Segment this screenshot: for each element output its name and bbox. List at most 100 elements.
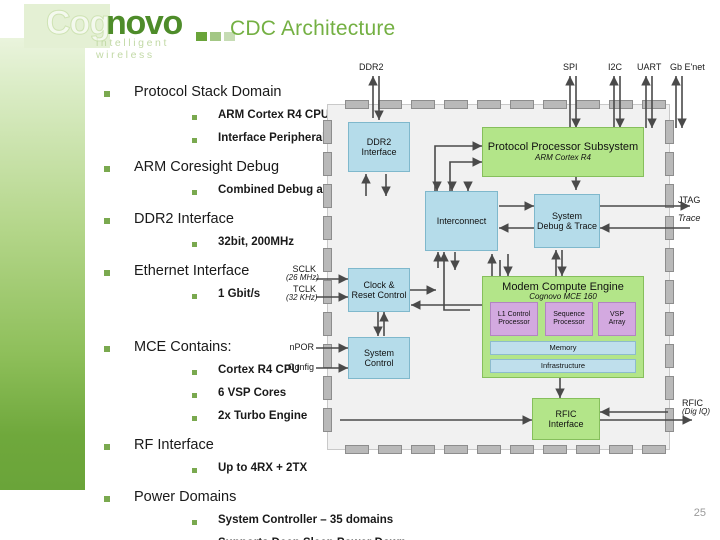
bullet-text: Ethernet Interface [134, 263, 250, 279]
ext-label-rfic: RFIC (Dig IQ) [682, 398, 710, 416]
block-l1-control-processor: L1 Control Processor [490, 302, 538, 336]
chip-pad-top [642, 100, 666, 109]
ext-label-tclk-main: TCLK [292, 284, 316, 294]
slide: Cog novo intelligent wireless CDC Archit… [0, 0, 720, 540]
chip-pad-top [576, 100, 600, 109]
bullet-marker-icon [192, 370, 197, 375]
bullet-text: 6 VSP Cores [218, 387, 287, 399]
logo-square-icon-2 [210, 32, 221, 41]
block-sequence-processor-line1: Sequence [553, 311, 585, 319]
ext-label-sclk-sub: (26 MHz) [286, 273, 319, 282]
chip-pad-bottom [642, 445, 666, 454]
chip-pad-bottom [345, 445, 369, 454]
chip-pad-bottom [543, 445, 567, 454]
chip-pad-top [444, 100, 468, 109]
chip-pad-bottom [609, 445, 633, 454]
bullet-marker-icon [192, 393, 197, 398]
bullet-text: 1 Gbit/s [218, 288, 261, 300]
bullet-marker-icon [192, 138, 197, 143]
bullet-marker-icon [192, 416, 197, 421]
chip-pad-bottom [576, 445, 600, 454]
ext-label-sclk: SCLK (26 MHz) [286, 264, 319, 282]
block-interconnect: Interconnect [425, 191, 498, 251]
block-infrastructure: Infrastructure [490, 359, 636, 373]
block-ddr2-interface: DDR2 Interface [348, 122, 410, 172]
bullet-item: Combined Debug and Trace [192, 184, 370, 196]
bullet-marker-icon [192, 294, 197, 299]
chip-pad-top [378, 100, 402, 109]
block-infrastructure-line1: Infrastructure [540, 360, 586, 370]
block-clock-reset-control: Clock & Reset Control [348, 268, 410, 312]
bullet-item: Interface Peripherals and Buses [192, 132, 393, 144]
bullet-marker-icon [104, 346, 110, 352]
logo-square-icon-1 [196, 32, 207, 41]
block-system-debug-trace: System Debug & Trace [534, 194, 600, 248]
bullet-item: 2x Turbo Engine [192, 410, 307, 422]
block-protocol-processor-subsystem: Protocol Processor Subsystem ARM Cortex … [482, 127, 644, 177]
block-l1-control-line2: Processor [498, 319, 530, 326]
chip-pad-right [665, 408, 674, 432]
ext-label-gb-enet: Gb E'net [670, 62, 705, 72]
block-ddr2-interface-line2: Interface [361, 147, 397, 157]
bullet-text: 32bit, 200MHz [218, 236, 295, 248]
bullet-item: Cortex R4 CPU [192, 364, 300, 376]
bullet-marker-icon [104, 496, 110, 502]
chip-pad-bottom [378, 445, 402, 454]
chip-pad-right [665, 120, 674, 144]
block-vsp-array-line1: VSP [609, 311, 624, 319]
bullet-item: Ethernet Interface [104, 263, 249, 279]
chip-pad-top [510, 100, 534, 109]
bullet-marker-icon [192, 190, 197, 195]
chip-pad-left [323, 312, 332, 336]
bullet-item: ARM Coresight Debug [104, 159, 279, 175]
block-system-control-line2: Control [364, 358, 394, 368]
chip-pad-left [323, 216, 332, 240]
chip-pad-right [665, 312, 674, 336]
block-rfic-interface-line1: RFIC [555, 408, 577, 419]
ext-label-gb-enet-main: Gb E'net [670, 62, 705, 72]
block-mce-line2: Cognovo MCE 160 [529, 292, 597, 302]
bullet-item: Power Domains [104, 489, 236, 505]
ext-label-i2c-main: I2C [608, 62, 623, 72]
chip-pad-right [665, 184, 674, 208]
chip-pad-left [323, 408, 332, 432]
bullet-item: 6 VSP Cores [192, 387, 286, 399]
block-sequence-processor: Sequence Processor [545, 302, 593, 336]
bullet-item: RF Interface [104, 437, 214, 453]
ext-label-i2c: I2C [608, 62, 622, 72]
block-sequence-processor-line2: Processor [553, 319, 585, 326]
block-l1-control-line1: L1 Control [497, 311, 531, 319]
page-title: CDC Architecture [230, 17, 396, 40]
bullet-item: System Controller – 35 domains [192, 514, 393, 526]
block-interconnect-line1: Interconnect [436, 215, 487, 226]
bullet-marker-icon [104, 444, 110, 450]
block-system-debug-line1: System [551, 210, 582, 221]
block-rfic-interface: RFIC Interface [532, 398, 600, 440]
block-system-control-line1: System [363, 347, 394, 358]
chip-pad-right [665, 376, 674, 400]
chip-pad-right [665, 216, 674, 240]
chip-pad-right [665, 280, 674, 304]
block-mce-line1: Modem Compute Engine [502, 281, 624, 293]
block-system-control: System Control [348, 337, 410, 379]
chip-pad-left [323, 280, 332, 304]
block-vsp-array: VSP Array [598, 302, 636, 336]
chip-pad-bottom [477, 445, 501, 454]
page-number: 25 [693, 507, 706, 519]
block-clock-reset-line1: Clock & [363, 279, 395, 290]
chip-pad-bottom [444, 445, 468, 454]
bullet-text: Power Domains [134, 489, 237, 505]
ext-label-rfic-main: RFIC [682, 398, 703, 408]
ext-label-trace-main: Trace [678, 213, 701, 223]
chip-pad-top [411, 100, 435, 109]
left-green-gradient-bar [0, 38, 85, 490]
bullet-text: Protocol Stack Domain [134, 84, 282, 100]
chip-pad-left [323, 152, 332, 176]
chip-package-body [327, 104, 670, 450]
bullet-item: ARM Cortex R4 CPU for L2/3 [192, 109, 374, 121]
block-ppss-line1: Protocol Processor Subsystem [487, 141, 639, 154]
bullet-marker-icon [192, 115, 197, 120]
logo-tagline: intelligent wireless [96, 37, 169, 61]
ext-label-spi: SPI [563, 62, 578, 72]
chip-pad-top [345, 100, 369, 109]
